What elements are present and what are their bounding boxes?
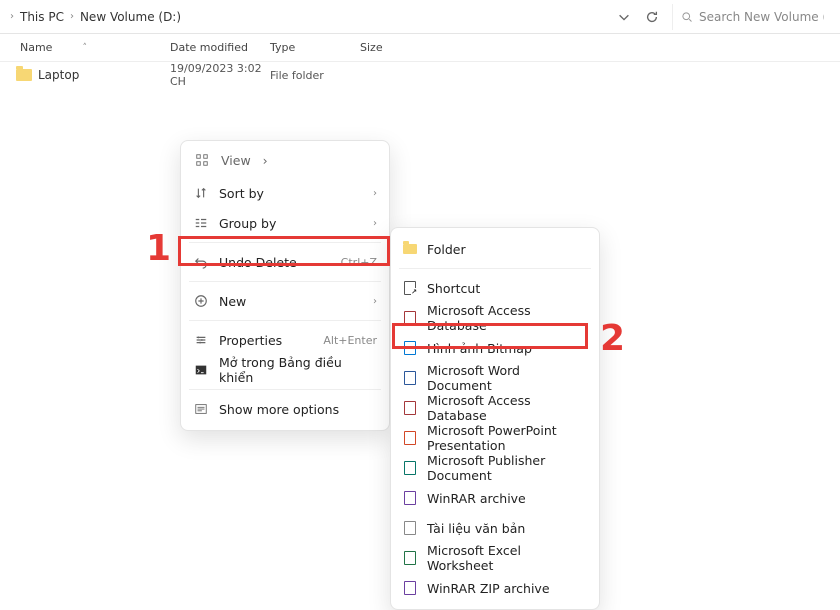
new-microsoft-excel-worksheet[interactable]: Microsoft Excel Worksheet: [391, 543, 599, 573]
bmp-icon: [403, 341, 417, 355]
search-input[interactable]: Search New Volume (D:): [672, 4, 832, 30]
new-microsoft-powerpoint-presentation[interactable]: Microsoft PowerPoint Presentation: [391, 423, 599, 453]
menu-properties[interactable]: Properties Alt+Enter: [181, 325, 389, 355]
submenu-label: WinRAR archive: [427, 491, 587, 506]
separator: [399, 268, 591, 269]
chevron-right-icon: ›: [373, 188, 377, 199]
separator: [189, 281, 381, 282]
chevron-right-icon: ›: [373, 218, 377, 229]
file-date: 19/09/2023 3:02 CH: [170, 62, 270, 88]
col-size[interactable]: Size: [360, 41, 420, 54]
file-type: File folder: [270, 69, 360, 82]
breadcrumb[interactable]: › This PC › New Volume (D:): [8, 10, 610, 24]
sort-caret-icon: ˄: [82, 43, 87, 53]
col-type[interactable]: Type: [270, 41, 360, 54]
file-row[interactable]: Laptop 19/09/2023 3:02 CH File folder: [0, 62, 840, 88]
submenu-label: Microsoft Access Database: [427, 393, 587, 423]
chevron-right-icon: ›: [68, 11, 76, 22]
new-t-i-li-u-v-n-b-n[interactable]: Tài liệu văn bản: [391, 513, 599, 543]
menu-view[interactable]: View: [221, 153, 251, 170]
plus-circle-icon: [193, 294, 209, 308]
chevron-right-icon: ›: [373, 296, 377, 307]
rar-icon: [403, 491, 417, 505]
link-icon: [403, 281, 417, 295]
shortcut: Alt+Enter: [323, 334, 377, 347]
submenu-label: Microsoft Excel Worksheet: [427, 543, 587, 573]
separator: [189, 242, 381, 243]
search-icon: [681, 10, 693, 24]
rar-icon: [403, 581, 417, 595]
view-icons-row: View ›: [181, 147, 389, 178]
breadcrumb-pc[interactable]: This PC: [20, 10, 64, 24]
chevron-right-icon: ›: [8, 11, 16, 22]
access-icon: [403, 401, 417, 415]
more-icon: [193, 402, 209, 416]
group-icon: [193, 216, 209, 230]
context-menu: View › Sort by › Group by › Undo Delete …: [180, 140, 390, 431]
new-shortcut[interactable]: Shortcut: [391, 273, 599, 303]
menu-new[interactable]: New ›: [181, 286, 389, 316]
col-name[interactable]: Name˄: [0, 41, 170, 54]
search-placeholder: Search New Volume (D:): [699, 10, 824, 24]
file-name: Laptop: [38, 68, 79, 82]
menu-sort[interactable]: Sort by ›: [181, 178, 389, 208]
grid-icon[interactable]: [195, 153, 209, 170]
menu-group[interactable]: Group by ›: [181, 208, 389, 238]
submenu-label: Tài liệu văn bản: [427, 521, 587, 536]
submenu-label: Microsoft Publisher Document: [427, 453, 587, 483]
col-date[interactable]: Date modified: [170, 41, 270, 54]
annotation-number-1: 1: [146, 228, 171, 269]
submenu-label: WinRAR ZIP archive: [427, 581, 587, 596]
menu-undo[interactable]: Undo Delete Ctrl+Z: [181, 247, 389, 277]
word-icon: [403, 371, 417, 385]
submenu-label: Microsoft Word Document: [427, 363, 587, 393]
xls-icon: [403, 551, 417, 565]
txt-icon: [403, 521, 417, 535]
submenu-label: Folder: [427, 242, 587, 257]
new-winrar-zip-archive[interactable]: WinRAR ZIP archive: [391, 573, 599, 603]
column-headers: Name˄ Date modified Type Size: [0, 34, 840, 62]
terminal-icon: [193, 363, 209, 377]
pub-icon: [403, 461, 417, 475]
new-winrar-archive[interactable]: WinRAR archive: [391, 483, 599, 513]
shortcut: Ctrl+Z: [341, 256, 377, 269]
refresh-button[interactable]: [638, 3, 666, 31]
submenu-label: Shortcut: [427, 281, 587, 296]
new-folder[interactable]: Folder: [391, 234, 599, 264]
new-submenu: Folder Shortcut Microsoft Access Database H…: [390, 227, 600, 610]
new-microsoft-access-database[interactable]: Microsoft Access Database: [391, 303, 599, 333]
annotation-number-2: 2: [600, 318, 625, 359]
new-h-nh-nh-bitmap[interactable]: Hình ảnh Bitmap: [391, 333, 599, 363]
ppt-icon: [403, 431, 417, 445]
undo-icon: [193, 255, 209, 269]
history-dropdown[interactable]: [610, 3, 638, 31]
sort-icon: [193, 186, 209, 200]
folder-icon: [16, 69, 32, 81]
separator: [189, 320, 381, 321]
new-microsoft-word-document[interactable]: Microsoft Word Document: [391, 363, 599, 393]
submenu-label: Hình ảnh Bitmap: [427, 341, 587, 356]
menu-more-options[interactable]: Show more options: [181, 394, 389, 424]
menu-open-control-panel[interactable]: Mở trong Bảng điều khiển: [181, 355, 389, 385]
submenu-label: Microsoft Access Database: [427, 303, 587, 333]
submenu-label: Microsoft PowerPoint Presentation: [427, 423, 587, 453]
properties-icon: [193, 333, 209, 347]
access-icon: [403, 311, 417, 325]
new-microsoft-publisher-document[interactable]: Microsoft Publisher Document: [391, 453, 599, 483]
separator: [189, 389, 381, 390]
chevron-right-icon: ›: [263, 153, 268, 170]
new-microsoft-access-database[interactable]: Microsoft Access Database: [391, 393, 599, 423]
address-bar: › This PC › New Volume (D:) Search New V…: [0, 0, 840, 34]
breadcrumb-drive[interactable]: New Volume (D:): [80, 10, 181, 24]
folder-icon: [403, 242, 417, 256]
